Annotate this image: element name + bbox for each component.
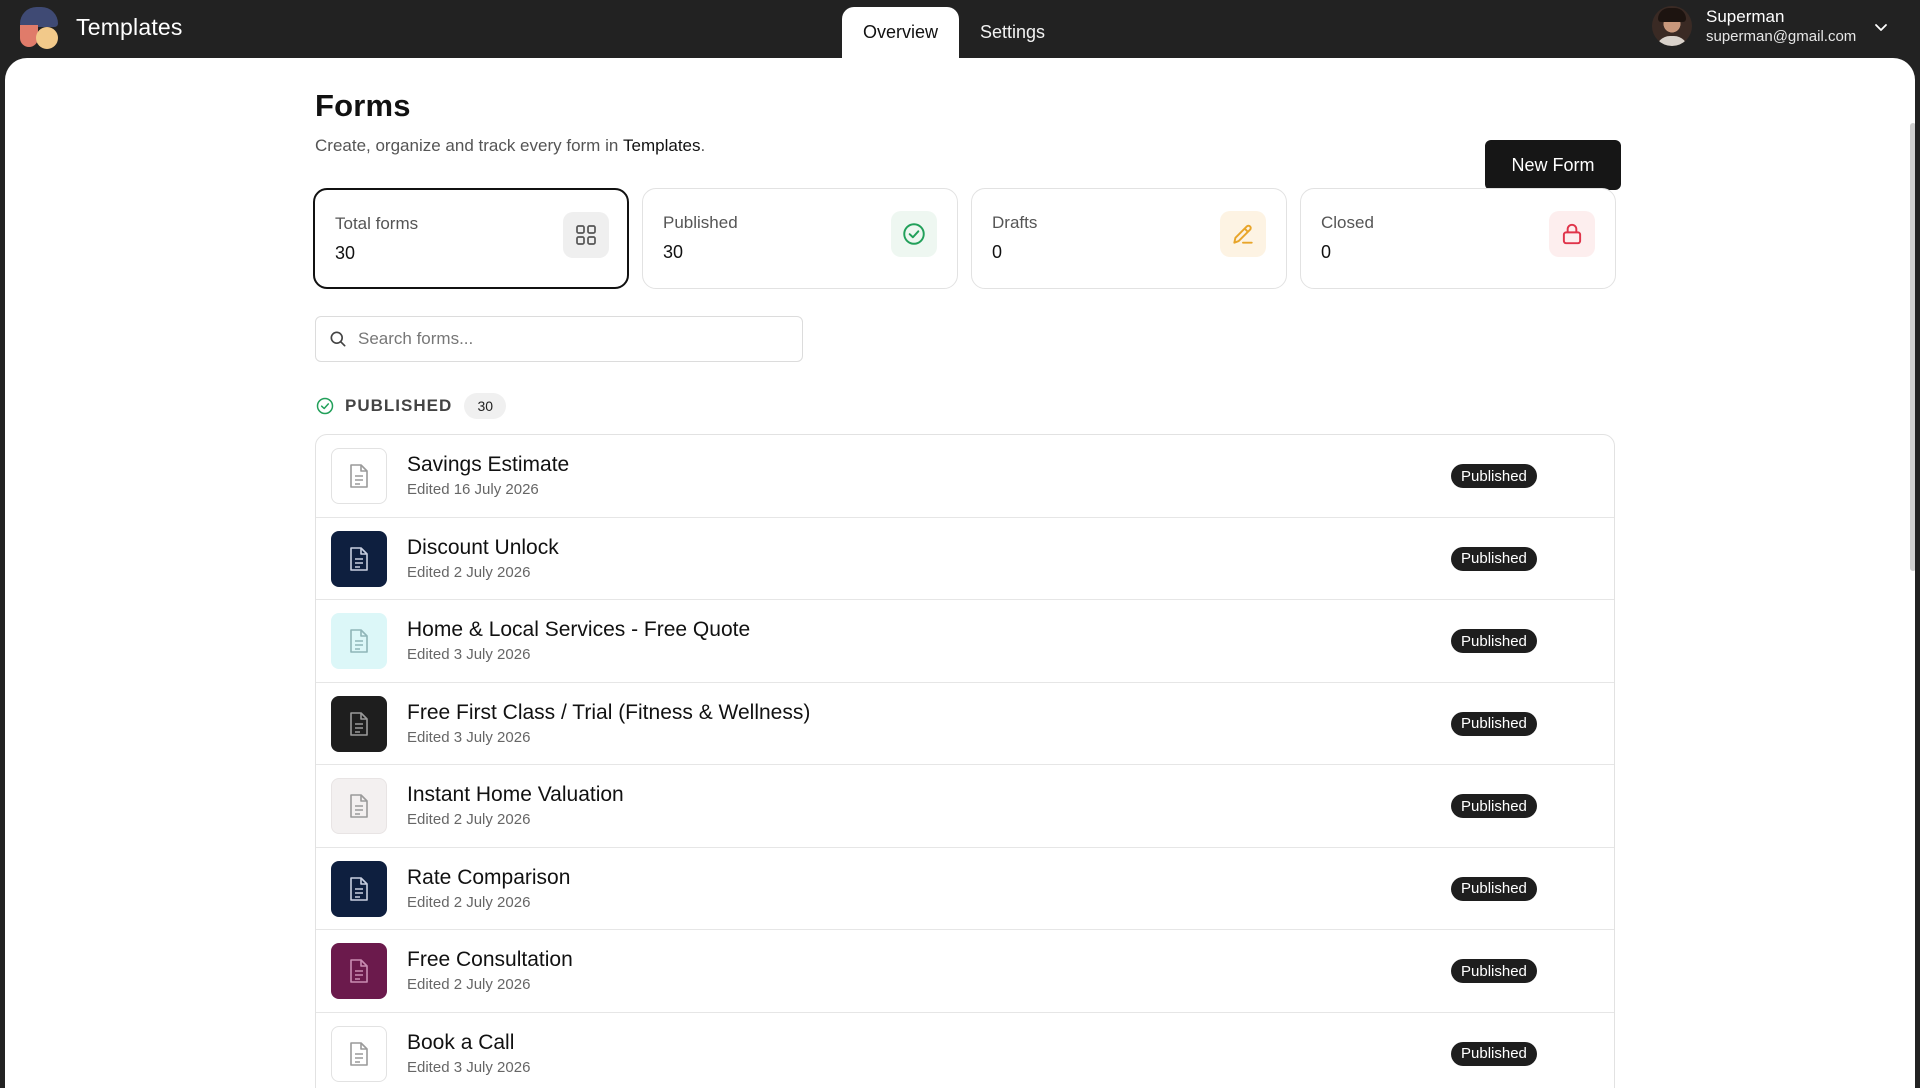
user-email: superman@gmail.com (1706, 27, 1856, 46)
form-name: Instant Home Valuation (407, 783, 624, 807)
form-thumbnail (331, 1026, 387, 1082)
section-label: PUBLISHED (345, 396, 452, 416)
stat-value: 0 (1321, 242, 1331, 263)
form-edited-date: Edited 3 July 2026 (407, 729, 530, 746)
brand[interactable]: Templates (18, 5, 183, 49)
form-edited-date: Edited 2 July 2026 (407, 564, 530, 581)
stat-card-drafts[interactable]: Drafts 0 (971, 188, 1287, 289)
check-circle-icon (315, 396, 335, 416)
form-thumbnail (331, 943, 387, 999)
section-header-published: PUBLISHED 30 (315, 393, 506, 419)
stat-label: Drafts (992, 213, 1037, 233)
top-bar: Templates Overview Settings Superman sup… (0, 0, 1920, 58)
scrollbar[interactable] (1910, 123, 1915, 571)
app-logo (18, 5, 62, 49)
main-tabs: Overview Settings (842, 7, 1066, 58)
new-form-button[interactable]: New Form (1485, 140, 1621, 190)
stat-label: Closed (1321, 213, 1374, 233)
user-name: Superman (1706, 7, 1856, 27)
check-circle-icon (891, 211, 937, 257)
list-item[interactable]: Home & Local Services - Free Quote Edite… (316, 600, 1614, 683)
form-edited-date: Edited 2 July 2026 (407, 811, 530, 828)
document-icon (348, 711, 370, 737)
status-badge: Published (1451, 959, 1537, 983)
page-subtitle: Create, organize and track every form in… (315, 136, 1615, 156)
list-item[interactable]: Savings Estimate Edited 16 July 2026 Pub… (316, 435, 1614, 518)
stat-value: 30 (663, 242, 683, 263)
form-name: Savings Estimate (407, 453, 569, 477)
forms-list: Savings Estimate Edited 16 July 2026 Pub… (315, 434, 1615, 1088)
status-badge: Published (1451, 1042, 1537, 1066)
form-name: Book a Call (407, 1031, 514, 1055)
form-name: Discount Unlock (407, 536, 559, 560)
document-icon (348, 958, 370, 984)
form-edited-date: Edited 2 July 2026 (407, 894, 530, 911)
form-edited-date: Edited 3 July 2026 (407, 1059, 530, 1076)
stat-value: 30 (335, 243, 355, 264)
form-name: Free Consultation (407, 948, 573, 972)
document-icon (348, 793, 370, 819)
form-thumbnail (331, 778, 387, 834)
form-thumbnail (331, 861, 387, 917)
avatar (1652, 6, 1692, 46)
status-badge: Published (1451, 464, 1537, 488)
search-input[interactable] (358, 329, 788, 349)
list-item[interactable]: Instant Home Valuation Edited 2 July 202… (316, 765, 1614, 848)
form-edited-date: Edited 16 July 2026 (407, 481, 539, 498)
status-badge: Published (1451, 712, 1537, 736)
list-item[interactable]: Book a Call Edited 3 July 2026 Published (316, 1013, 1614, 1088)
tab-overview[interactable]: Overview (842, 7, 959, 58)
search-box[interactable] (315, 316, 803, 362)
list-item[interactable]: Rate Comparison Edited 2 July 2026 Publi… (316, 848, 1614, 931)
main-panel: Forms Create, organize and track every f… (5, 58, 1915, 1088)
app-name: Templates (76, 14, 183, 41)
form-thumbnail (331, 696, 387, 752)
tab-settings[interactable]: Settings (959, 7, 1066, 58)
stat-card-total-forms[interactable]: Total forms 30 (313, 188, 629, 289)
search-icon (328, 329, 348, 349)
page-title: Forms (315, 88, 1615, 124)
stat-card-published[interactable]: Published 30 (642, 188, 958, 289)
status-badge: Published (1451, 794, 1537, 818)
section-count-badge: 30 (464, 393, 506, 419)
stats-row: Total forms 30 Published 30 (313, 188, 1619, 289)
lock-icon (1549, 211, 1595, 257)
form-name: Rate Comparison (407, 866, 570, 890)
status-badge: Published (1451, 877, 1537, 901)
status-badge: Published (1451, 547, 1537, 571)
status-badge: Published (1451, 629, 1537, 653)
form-thumbnail (331, 613, 387, 669)
document-icon (348, 463, 370, 489)
subtitle-brand: Templates (623, 136, 700, 155)
stat-label: Published (663, 213, 738, 233)
form-thumbnail (331, 448, 387, 504)
stat-value: 0 (992, 242, 1002, 263)
list-item[interactable]: Discount Unlock Edited 2 July 2026 Publi… (316, 518, 1614, 601)
form-name: Home & Local Services - Free Quote (407, 618, 750, 642)
form-edited-date: Edited 2 July 2026 (407, 976, 530, 993)
user-menu[interactable]: Superman superman@gmail.com (1652, 6, 1856, 46)
page-header: Forms Create, organize and track every f… (315, 88, 1615, 156)
stat-card-closed[interactable]: Closed 0 (1300, 188, 1616, 289)
pencil-icon (1220, 211, 1266, 257)
list-item[interactable]: Free Consultation Edited 2 July 2026 Pub… (316, 930, 1614, 1013)
form-thumbnail (331, 531, 387, 587)
document-icon (348, 876, 370, 902)
chevron-down-icon[interactable] (1873, 19, 1889, 35)
document-icon (348, 546, 370, 572)
grid-icon (563, 212, 609, 258)
list-item[interactable]: Free First Class / Trial (Fitness & Well… (316, 683, 1614, 766)
document-icon (348, 1041, 370, 1067)
form-edited-date: Edited 3 July 2026 (407, 646, 530, 663)
form-name: Free First Class / Trial (Fitness & Well… (407, 701, 810, 725)
document-icon (348, 628, 370, 654)
stat-label: Total forms (335, 214, 418, 234)
